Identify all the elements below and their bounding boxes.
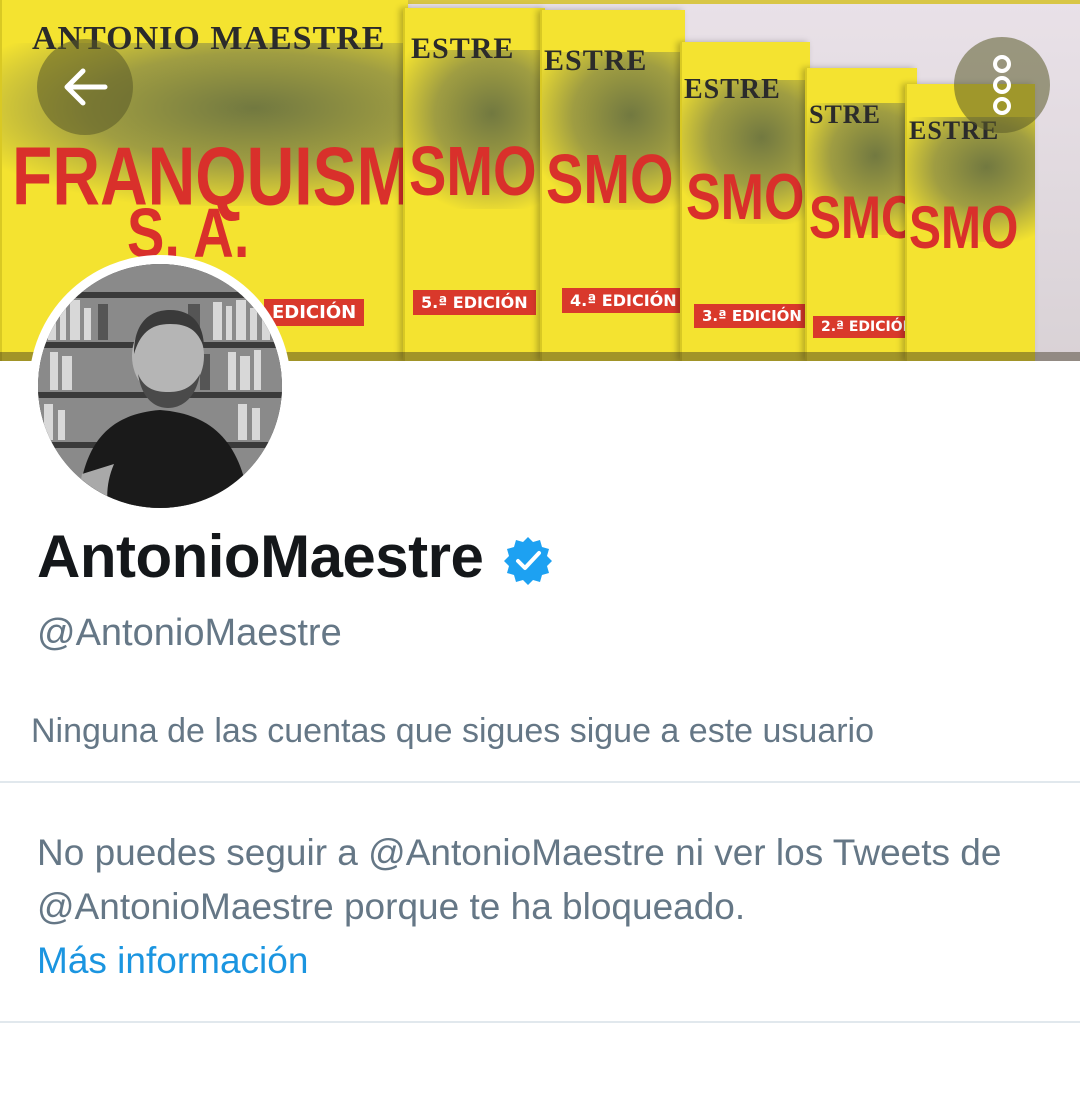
- book-author: ESTRE: [544, 44, 648, 77]
- more-vertical-icon: [993, 55, 1011, 115]
- banner-book: ESTRE SMO 3.ª EDICIÓN: [680, 42, 810, 361]
- book-author: ESTRE: [684, 74, 781, 105]
- divider: [0, 781, 1080, 783]
- book-title: SMO: [909, 195, 1019, 262]
- book-author: ESTRE: [411, 32, 515, 65]
- book-author: STRE: [809, 100, 881, 129]
- blocked-notice: No puedes seguir a @AntonioMaestre ni ve…: [37, 826, 1057, 988]
- avatar-image: [38, 264, 282, 508]
- verified-badge-icon: [504, 536, 553, 585]
- back-button[interactable]: [37, 39, 133, 135]
- more-options-button[interactable]: [954, 37, 1050, 133]
- book-title: SMO: [809, 185, 917, 252]
- divider: [0, 1021, 1080, 1023]
- book-edition-label: 2.ª EDICIÓN: [813, 316, 917, 338]
- book-title: SMO: [546, 139, 674, 218]
- book-edition-label: 5.ª EDICIÓN: [413, 290, 536, 315]
- more-info-link[interactable]: Más información: [37, 934, 1057, 988]
- avatar-photo: [38, 264, 282, 508]
- avatar[interactable]: [29, 255, 291, 517]
- followers-you-know-note: Ninguna de las cuentas que sigues sigue …: [31, 712, 875, 750]
- banner-book: STRE SMO 2.ª EDICIÓN: [805, 68, 917, 361]
- book-edition-label: EDICIÓN: [264, 299, 365, 326]
- blocked-message: No puedes seguir a @AntonioMaestre ni ve…: [37, 832, 1002, 927]
- arrow-left-icon: [64, 68, 108, 106]
- banner-book: ESTRE SMO 5.ª EDICIÓN: [403, 8, 545, 361]
- profile-page: ANTONIO MAESTRE FRANQUISMO S. A. EDICIÓN…: [0, 0, 1080, 1095]
- display-name: AntonioMaestre: [37, 523, 484, 590]
- user-handle: @AntonioMaestre: [37, 612, 342, 654]
- book-edition-label: 4.ª EDICIÓN: [562, 288, 685, 313]
- display-name-row: AntonioMaestre: [37, 522, 553, 591]
- banner-book: ESTRE SMO 4.ª EDICIÓN: [540, 10, 685, 361]
- book-title: SMO: [686, 161, 805, 234]
- book-title: SMO: [409, 131, 537, 210]
- book-edition-label: 3.ª EDICIÓN: [694, 304, 810, 328]
